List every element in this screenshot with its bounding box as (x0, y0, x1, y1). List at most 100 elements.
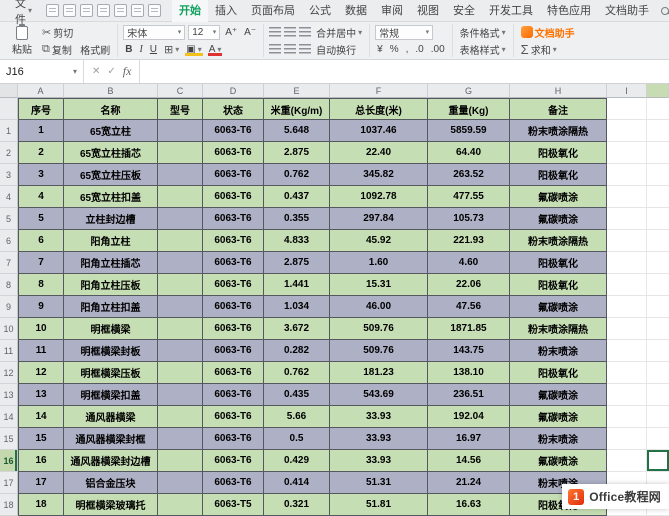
cell-J3[interactable] (647, 164, 669, 186)
row-header-8[interactable]: 8 (0, 274, 18, 296)
font-name-select[interactable]: 宋体 ▾ (123, 24, 186, 40)
cell-B6[interactable]: 阳角立柱 (64, 230, 158, 252)
tab-审阅[interactable]: 审阅 (374, 0, 410, 22)
header-cell-B[interactable]: 名称 (64, 98, 158, 120)
cell-F8[interactable]: 15.31 (330, 274, 428, 296)
cell-C17[interactable] (158, 472, 203, 494)
cell-F1[interactable]: 1037.46 (330, 120, 428, 142)
row-header-4[interactable]: 4 (0, 186, 18, 208)
cell-B12[interactable]: 明框横梁压板 (64, 362, 158, 384)
cell-B13[interactable]: 明框横梁扣盖 (64, 384, 158, 406)
cell-G6[interactable]: 221.93 (428, 230, 510, 252)
cell-G9[interactable]: 47.56 (428, 296, 510, 318)
copy-button[interactable]: ⧉ 复制 (40, 42, 75, 57)
cell-C11[interactable] (158, 340, 203, 362)
cell-I8[interactable] (607, 274, 647, 296)
cell-G3[interactable]: 263.52 (428, 164, 510, 186)
cell-G12[interactable]: 138.10 (428, 362, 510, 384)
cell-C12[interactable] (158, 362, 203, 384)
cell-E14[interactable]: 5.66 (264, 406, 330, 428)
cell-D7[interactable]: 6063-T6 (203, 252, 264, 274)
cell-H10[interactable]: 粉末喷涂隔热 (510, 318, 607, 340)
cell-G17[interactable]: 21.24 (428, 472, 510, 494)
cell-C6[interactable] (158, 230, 203, 252)
cell-J6[interactable] (647, 230, 669, 252)
currency-button[interactable]: ¥ (375, 44, 385, 55)
cell-A6[interactable]: 6 (18, 230, 64, 252)
header-cell-H[interactable]: 备注 (510, 98, 607, 120)
cell-B11[interactable]: 明框横梁封板 (64, 340, 158, 362)
cell-F10[interactable]: 509.76 (330, 318, 428, 340)
cell-D10[interactable]: 6063-T6 (203, 318, 264, 340)
cell-D4[interactable]: 6063-T6 (203, 186, 264, 208)
print-preview-icon[interactable] (114, 4, 128, 17)
borders-button[interactable]: ⊞ ▾ (162, 43, 181, 56)
cell-B2[interactable]: 65宽立柱插芯 (64, 142, 158, 164)
cell-I1[interactable] (607, 120, 647, 142)
cell-H16[interactable]: 氟碳喷涂 (510, 450, 607, 472)
row-header-5[interactable]: 5 (0, 208, 18, 230)
cell-A16[interactable]: 16 (18, 450, 64, 472)
cell-A8[interactable]: 8 (18, 274, 64, 296)
col-header-G[interactable]: G (428, 84, 510, 98)
cell-D3[interactable]: 6063-T6 (203, 164, 264, 186)
grow-font-button[interactable]: A⁺ (223, 27, 239, 38)
col-header-D[interactable]: D (203, 84, 264, 98)
cell-B7[interactable]: 阳角立柱插芯 (64, 252, 158, 274)
col-header-A[interactable]: A (18, 84, 64, 98)
cell-F3[interactable]: 345.82 (330, 164, 428, 186)
cell-D18[interactable]: 6063-T5 (203, 494, 264, 516)
cell-I4[interactable] (607, 186, 647, 208)
align-left-icon[interactable] (269, 44, 282, 54)
cell-E13[interactable]: 0.435 (264, 384, 330, 406)
row-header-13[interactable]: 13 (0, 384, 18, 406)
cell-C8[interactable] (158, 274, 203, 296)
sum-button[interactable]: Σ 求和 ▾ (519, 42, 577, 57)
row-header-9[interactable]: 9 (0, 296, 18, 318)
cell-B4[interactable]: 65宽立柱扣盖 (64, 186, 158, 208)
cell-J14[interactable] (647, 406, 669, 428)
cell-E11[interactable]: 0.282 (264, 340, 330, 362)
new-file-icon[interactable] (46, 4, 60, 17)
col-header-E[interactable]: E (264, 84, 330, 98)
cell-A10[interactable]: 10 (18, 318, 64, 340)
cell-G5[interactable]: 105.73 (428, 208, 510, 230)
cell-E3[interactable]: 0.762 (264, 164, 330, 186)
cell-C10[interactable] (158, 318, 203, 340)
cell-A3[interactable]: 3 (18, 164, 64, 186)
cell-G14[interactable]: 192.04 (428, 406, 510, 428)
cell-I9[interactable] (607, 296, 647, 318)
align-bottom-icon[interactable] (299, 27, 312, 37)
cell-H3[interactable]: 阳极氧化 (510, 164, 607, 186)
cell-C5[interactable] (158, 208, 203, 230)
cell-I3[interactable] (607, 164, 647, 186)
cell-J5[interactable] (647, 208, 669, 230)
cell-B8[interactable]: 阳角立柱压板 (64, 274, 158, 296)
redo-icon[interactable] (148, 4, 162, 17)
conditional-format-button[interactable]: 条件格式 ▾ (458, 25, 508, 40)
cell-C1[interactable] (158, 120, 203, 142)
row-header-3[interactable]: 3 (0, 164, 18, 186)
fill-color-button[interactable]: ▣ ▾ (184, 44, 204, 56)
cell-D17[interactable]: 6063-T6 (203, 472, 264, 494)
cell-F7[interactable]: 1.60 (330, 252, 428, 274)
find-button[interactable]: 查找 (661, 3, 669, 19)
cell-B9[interactable]: 阳角立柱扣盖 (64, 296, 158, 318)
paste-button[interactable]: 粘贴 (7, 23, 37, 56)
cell-I16[interactable] (607, 450, 647, 472)
tab-数据[interactable]: 数据 (338, 0, 374, 22)
cell-G1[interactable]: 5859.59 (428, 120, 510, 142)
cell-G2[interactable]: 64.40 (428, 142, 510, 164)
doc-assistant-button[interactable]: 文档助手 (519, 25, 577, 40)
cell-F12[interactable]: 181.23 (330, 362, 428, 384)
cell-J11[interactable] (647, 340, 669, 362)
row-header-7[interactable]: 7 (0, 252, 18, 274)
cell-F18[interactable]: 51.81 (330, 494, 428, 516)
cell-F14[interactable]: 33.93 (330, 406, 428, 428)
cell-E15[interactable]: 0.5 (264, 428, 330, 450)
cell-E10[interactable]: 3.672 (264, 318, 330, 340)
cell-D1[interactable]: 6063-T6 (203, 120, 264, 142)
merge-center-button[interactable]: 合并居中 ▾ (314, 25, 364, 40)
cell-J2[interactable] (647, 142, 669, 164)
col-header-B[interactable]: B (64, 84, 158, 98)
